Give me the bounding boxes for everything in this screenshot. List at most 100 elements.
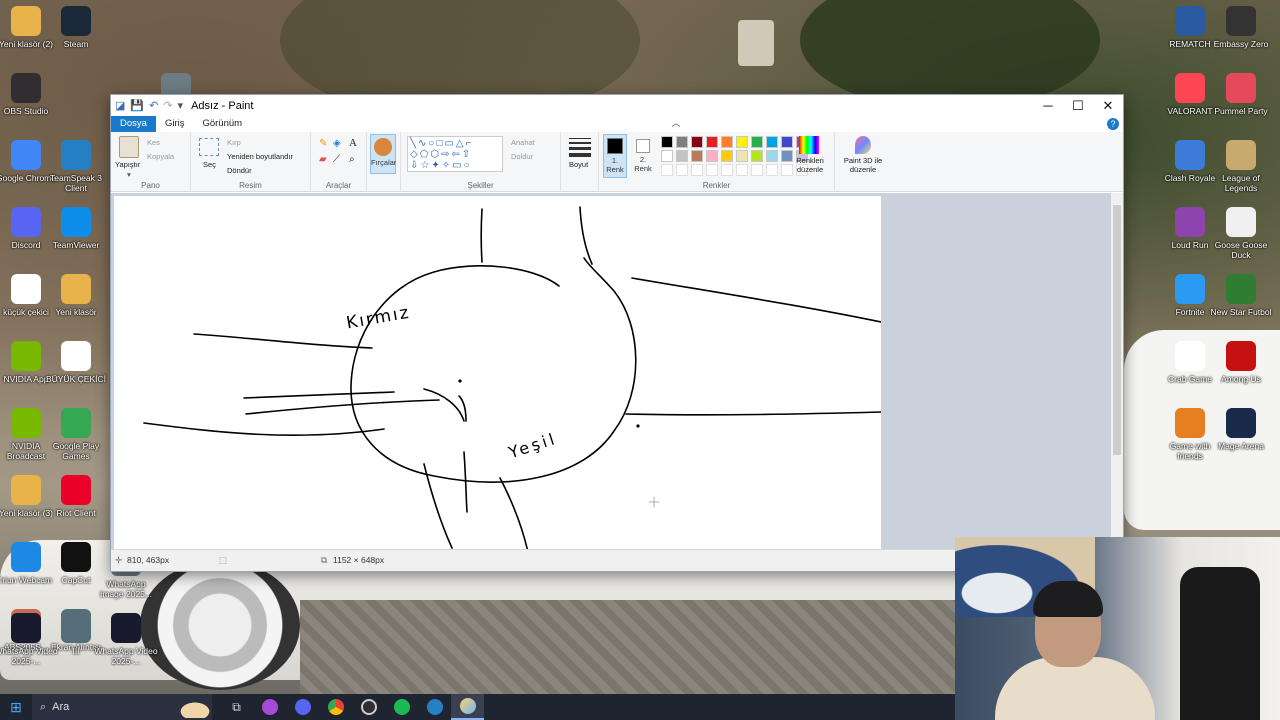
desktop-icon[interactable]: New Star Futbol <box>1209 274 1273 317</box>
paint3d-icon[interactable] <box>855 136 871 154</box>
redo-icon[interactable]: ↷ <box>163 99 172 112</box>
palette-swatch[interactable] <box>766 136 778 148</box>
pencil-icon[interactable]: ✎ <box>319 138 327 149</box>
edit-colors-icon[interactable] <box>799 136 819 154</box>
palette-swatch[interactable] <box>721 150 733 162</box>
brushes-button[interactable]: Fırçalar <box>370 134 396 174</box>
desktop-icon[interactable]: Goose Goose Duck <box>1209 207 1273 260</box>
tab-file[interactable]: Dosya <box>111 116 156 132</box>
color1-button[interactable]: 1. Renk <box>603 134 627 178</box>
custom-color-slot[interactable] <box>676 164 688 176</box>
eraser-icon[interactable]: ▰ <box>319 154 327 165</box>
palette-swatch[interactable] <box>751 136 763 148</box>
palette-swatch[interactable] <box>691 136 703 148</box>
road-south-3 <box>499 477 529 549</box>
scrollbar-thumb[interactable] <box>1113 205 1121 455</box>
edit-colors-button[interactable]: Renkleri düzenle <box>793 156 827 174</box>
outline-button[interactable]: Anahat <box>511 138 535 147</box>
paint3d-button[interactable]: Paint 3D ile düzenle <box>839 156 887 174</box>
size-icon[interactable] <box>569 138 591 157</box>
paste-icon[interactable] <box>119 136 139 158</box>
palette-swatch[interactable] <box>781 136 793 148</box>
select-icon[interactable] <box>199 138 219 156</box>
maximize-button[interactable]: ☐ <box>1063 98 1093 114</box>
select-button[interactable]: Seç <box>203 160 216 169</box>
taskbar-app-chrome[interactable] <box>319 694 352 720</box>
desktop-icon[interactable]: Pummel Party <box>1209 73 1273 116</box>
desktop-icon[interactable]: Yeni klasör <box>44 274 108 317</box>
taskbar-app-paint[interactable] <box>451 694 484 720</box>
palette-swatch[interactable] <box>736 136 748 148</box>
roundabout-circle <box>350 257 637 483</box>
copy-button[interactable]: Kopyala <box>147 152 174 161</box>
custom-color-slot[interactable] <box>736 164 748 176</box>
undo-icon[interactable]: ↶ <box>149 99 158 112</box>
desktop-icon[interactable]: Steam <box>44 6 108 49</box>
start-button[interactable]: ⊞ <box>0 694 32 720</box>
desktop-icon[interactable]: TeamSpeak 3 Client <box>44 140 108 193</box>
palette-swatch[interactable] <box>751 150 763 162</box>
palette-swatch[interactable] <box>721 136 733 148</box>
desktop-icon[interactable]: Riot Client <box>44 475 108 518</box>
custom-color-slot[interactable] <box>721 164 733 176</box>
rotate-button[interactable]: Döndür <box>227 166 252 175</box>
custom-color-slot[interactable] <box>691 164 703 176</box>
palette-swatch[interactable] <box>781 150 793 162</box>
desktop-icon[interactable]: Among Us <box>1209 341 1273 384</box>
tab-home[interactable]: Giriş <box>156 116 194 132</box>
cut-button[interactable]: Kes <box>147 138 160 147</box>
app-icon <box>61 274 91 304</box>
vertical-scrollbar[interactable] <box>1111 193 1123 549</box>
desktop-icon[interactable]: TeamViewer <box>44 207 108 250</box>
tab-view[interactable]: Görünüm <box>193 116 251 132</box>
resize-button[interactable]: Yeniden boyutlandır <box>227 152 293 161</box>
desktop-icon[interactable]: OBS Studio <box>0 73 58 116</box>
desktop-icon[interactable]: WhatsApp Video 2025-... <box>94 613 158 666</box>
desktop-icon[interactable]: Embassy Zero <box>1209 6 1273 49</box>
close-button[interactable]: ✕ <box>1093 98 1123 114</box>
palette-swatch[interactable] <box>736 150 748 162</box>
palette-swatch[interactable] <box>766 150 778 162</box>
desktop-icon[interactable]: Google Play Games <box>44 408 108 461</box>
custom-color-slot[interactable] <box>706 164 718 176</box>
desktop-icon[interactable]: BÜYÜK ÇEKİCİ <box>44 341 108 384</box>
minimize-button[interactable]: ─ <box>1033 98 1063 114</box>
paste-button[interactable]: Yapıştır <box>115 160 140 169</box>
color2-button[interactable]: 2. Renk <box>631 134 655 178</box>
taskbar-app-obs[interactable] <box>352 694 385 720</box>
palette-swatch[interactable] <box>706 150 718 162</box>
save-icon[interactable]: 💾 <box>130 99 144 112</box>
customize-quick-access-icon[interactable]: ▾ <box>178 99 184 112</box>
color-picker-icon[interactable]: ⟋ <box>333 154 340 165</box>
desktop-icon[interactable]: Mage Arena <box>1209 408 1273 451</box>
fill-button[interactable]: Doldur <box>511 152 533 161</box>
palette-swatch[interactable] <box>661 136 673 148</box>
taskbar-app-messenger[interactable] <box>253 694 286 720</box>
magnifier-icon[interactable]: ⌕ <box>349 154 355 165</box>
crop-button[interactable]: Kırp <box>227 138 241 147</box>
shapes-gallery[interactable]: ╲∿○□▭△⌐ ◇⬠⬡⇨⇦⇧ ⇩☆✦✧▭○ <box>407 136 503 172</box>
size-button[interactable]: Boyut <box>569 160 588 169</box>
taskbar-app-teamspeak[interactable] <box>418 694 451 720</box>
desktop-icon[interactable]: League of Legends <box>1209 140 1273 193</box>
canvas-size-icon: ⧉ <box>321 555 328 565</box>
custom-color-slot[interactable] <box>751 164 763 176</box>
help-icon[interactable]: ? <box>1107 118 1119 130</box>
palette-swatch[interactable] <box>706 136 718 148</box>
custom-color-slot[interactable] <box>661 164 673 176</box>
palette-swatch[interactable] <box>691 150 703 162</box>
custom-color-slot[interactable] <box>781 164 793 176</box>
text-icon[interactable]: A <box>349 137 357 149</box>
palette-swatch[interactable] <box>676 150 688 162</box>
drawing-canvas[interactable]: Kırmız Yeşil <box>114 196 882 549</box>
palette-swatch[interactable] <box>676 136 688 148</box>
paint-window[interactable]: ◪ 💾 ↶ ↷ ▾ Adsız - Paint ─ ☐ ✕ Dosya Giri… <box>110 94 1124 572</box>
custom-color-slot[interactable] <box>766 164 778 176</box>
collapse-ribbon-icon[interactable]: ︿ <box>672 116 681 132</box>
taskbar-app-spotify[interactable] <box>385 694 418 720</box>
taskbar-app-discord[interactable] <box>286 694 319 720</box>
fill-icon[interactable]: ◈ <box>333 138 341 149</box>
title-bar[interactable]: ◪ 💾 ↶ ↷ ▾ Adsız - Paint ─ ☐ ✕ <box>111 95 1123 116</box>
palette-swatch[interactable] <box>661 150 673 162</box>
task-view-icon[interactable]: ⧉ <box>220 694 253 720</box>
